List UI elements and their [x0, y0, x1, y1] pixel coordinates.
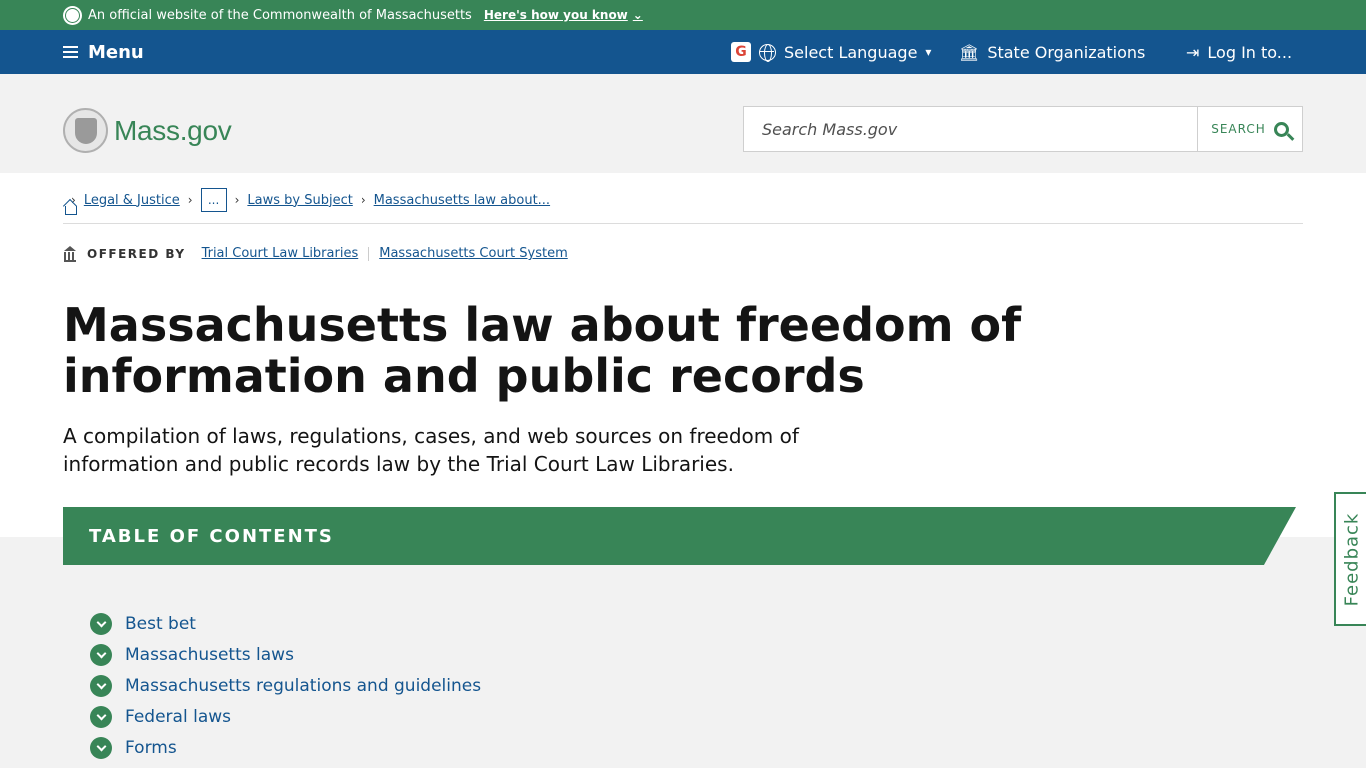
utility-bar: Menu G Select Language ▾ 🏛 State Organiz… — [0, 30, 1366, 74]
toc-item: Massachusetts regulations and guidelines — [90, 671, 481, 702]
search-input[interactable] — [744, 107, 1198, 151]
breadcrumb-legal-justice[interactable]: Legal & Justice — [84, 193, 180, 208]
building-icon — [63, 246, 78, 262]
chevron-right-icon: › — [360, 193, 366, 207]
google-translate-icon: G — [731, 42, 751, 62]
breadcrumb-expand-button[interactable]: ... — [200, 188, 227, 212]
login-icon: ⇥ — [1186, 42, 1200, 62]
toc-link-regulations[interactable]: Massachusetts regulations and guidelines — [125, 676, 481, 696]
search-form: SEARCH — [743, 106, 1303, 152]
site-logo[interactable]: Mass.gov — [63, 108, 232, 153]
breadcrumb-laws-by-subject[interactable]: Laws by Subject — [247, 193, 352, 208]
massachusetts-seal-icon — [63, 108, 108, 153]
feedback-button[interactable]: Feedback — [1334, 492, 1366, 626]
toc-item: Massachusetts laws — [90, 640, 481, 671]
globe-icon — [759, 43, 776, 62]
site-header: Mass.gov SEARCH — [0, 74, 1366, 173]
language-selector[interactable]: G Select Language ▾ — [731, 30, 931, 74]
search-button[interactable]: SEARCH — [1198, 107, 1302, 151]
building-icon: 🏛 — [959, 42, 980, 62]
breadcrumb-current[interactable]: Massachusetts law about... — [374, 193, 550, 208]
menu-button[interactable]: Menu — [63, 30, 144, 74]
org-link-trial-court-law-libraries[interactable]: Trial Court Law Libraries — [202, 246, 359, 261]
chevron-down-icon: ▾ — [925, 45, 932, 59]
hamburger-icon — [63, 46, 78, 58]
org-link-massachusetts-court-system[interactable]: Massachusetts Court System — [379, 246, 568, 261]
org-separator — [368, 246, 370, 261]
chevron-right-icon: › — [187, 193, 193, 207]
chevron-down-circle-icon — [90, 736, 112, 759]
toc-link-best-bet[interactable]: Best bet — [125, 614, 196, 634]
page-title: Massachusetts law about freedom of infor… — [63, 298, 1022, 403]
search-icon — [1273, 121, 1289, 137]
official-text: An official website of the Commonwealth … — [88, 7, 472, 23]
breadcrumb: › Legal & Justice › ... › Laws by Subjec… — [63, 188, 550, 212]
offered-by: OFFERED BY Trial Court Law Libraries Mas… — [63, 246, 568, 262]
toc-heading: TABLE OF CONTENTS — [63, 507, 1296, 565]
official-banner: An official website of the Commonwealth … — [0, 0, 1366, 30]
toc-item: Federal laws — [90, 701, 481, 732]
toc-link-federal-laws[interactable]: Federal laws — [125, 707, 231, 727]
chevron-down-circle-icon — [90, 613, 112, 636]
login-button[interactable]: ⇥ Log In to... — [1186, 30, 1292, 74]
divider — [63, 223, 1303, 224]
seal-icon — [63, 5, 82, 25]
chevron-down-circle-icon — [90, 674, 112, 697]
chevron-down-icon: ⌄ — [632, 8, 643, 22]
page-lede: A compilation of laws, regulations, case… — [63, 424, 799, 476]
toc-item: Forms — [90, 732, 481, 763]
toc-list: Best bet Massachusetts laws Massachusett… — [90, 609, 481, 763]
toc-item: Best bet — [90, 609, 481, 640]
toc-link-forms[interactable]: Forms — [125, 738, 177, 758]
chevron-down-circle-icon — [90, 644, 112, 667]
how-you-know-link[interactable]: Here's how you know ⌄ — [484, 8, 643, 22]
chevron-down-circle-icon — [90, 705, 112, 728]
chevron-right-icon: › — [234, 193, 240, 207]
toc-link-massachusetts-laws[interactable]: Massachusetts laws — [125, 645, 294, 665]
state-organizations-button[interactable]: 🏛 State Organizations — [959, 30, 1145, 74]
